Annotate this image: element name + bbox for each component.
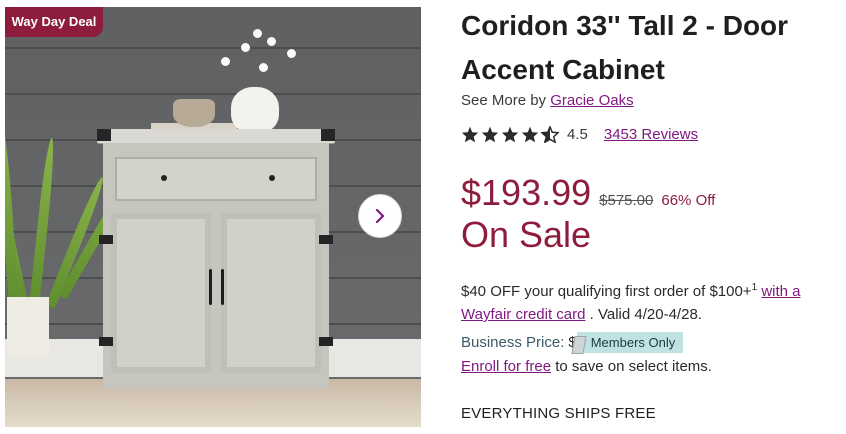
rating-row: 4.5 3453 Reviews	[461, 126, 698, 143]
business-price-row: Business Price: $ Members Only	[461, 332, 684, 354]
cabinet-drawer	[115, 157, 317, 201]
credit-card-promo: $40 OFF your qualifying first order of $…	[461, 276, 839, 326]
corner-bracket	[97, 129, 111, 141]
product-title: Coridon 33'' Tall 2 - Door Accent Cabine…	[461, 10, 789, 85]
brand-link[interactable]: Gracie Oaks	[550, 92, 633, 109]
discount-percent: 66% Off	[661, 192, 716, 209]
price-row: $193.99 $575.00 66% Off	[461, 172, 715, 214]
on-sale-label: On Sale	[461, 214, 592, 255]
flower	[259, 63, 268, 72]
hinge	[319, 337, 333, 346]
star-full-icon	[461, 126, 479, 143]
door-handle	[221, 269, 224, 305]
see-more-by: See More by Gracie Oaks	[461, 92, 634, 109]
hinge	[319, 235, 333, 244]
cabinet-door-left	[111, 213, 211, 373]
rating-value: 4.5	[567, 126, 588, 143]
star-rating	[461, 126, 559, 143]
star-full-icon	[521, 126, 539, 143]
enroll-suffix: to save on select items.	[555, 358, 712, 375]
wall-plank-line	[5, 47, 421, 49]
flower	[267, 37, 276, 46]
cabinet-body	[103, 143, 329, 389]
hinge	[99, 337, 113, 346]
flower	[241, 43, 250, 52]
chevron-right-icon	[375, 208, 385, 224]
shipping-notice: EVERYTHING SHIPS FREE	[461, 405, 656, 422]
star-half-icon	[541, 126, 559, 143]
star-full-icon	[481, 126, 499, 143]
promo-footnote: 1	[751, 282, 758, 293]
flower	[287, 49, 296, 58]
vase	[231, 87, 279, 133]
drawer-knob	[161, 175, 167, 181]
current-price: $193.99	[461, 172, 592, 213]
door-handle	[209, 269, 212, 305]
plant-leaf	[29, 137, 57, 308]
reviews-link[interactable]: 3453 Reviews	[604, 126, 698, 143]
enroll-row: Enroll for free to save on select items.	[461, 358, 712, 375]
enroll-link[interactable]: Enroll for free	[461, 358, 551, 375]
see-more-prefix: See More by	[461, 92, 547, 109]
plant-leaf	[5, 117, 19, 308]
plant-pot	[7, 297, 49, 357]
next-image-button[interactable]	[358, 194, 402, 238]
cabinet-door-right	[221, 213, 321, 373]
cabinet-illustration	[97, 129, 335, 391]
promo-text: $40 OFF your qualifying first order of $…	[461, 283, 752, 300]
original-price: $575.00	[599, 192, 654, 209]
members-only-label: Members Only	[590, 335, 676, 350]
members-only-badge: Members Only	[571, 332, 684, 354]
star-full-icon	[501, 126, 519, 143]
corner-bracket	[321, 129, 335, 141]
promo-validity: . Valid 4/20-4/28.	[589, 306, 702, 323]
hinge	[99, 235, 113, 244]
drawer-knob	[269, 175, 275, 181]
flower	[221, 57, 230, 66]
flower	[253, 29, 262, 38]
decor-bowl	[173, 99, 215, 127]
cabinet-top	[97, 129, 335, 143]
business-price-label: Business Price:	[461, 334, 565, 351]
tag-icon	[571, 336, 587, 354]
way-day-deal-badge: Way Day Deal	[5, 7, 103, 37]
wall-plank-line	[5, 93, 421, 95]
